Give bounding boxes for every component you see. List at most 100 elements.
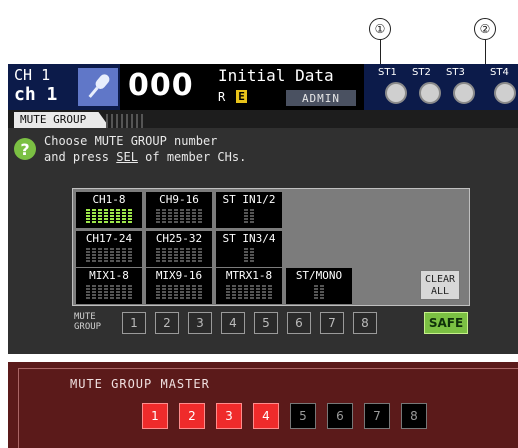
sel-key: SEL bbox=[116, 150, 138, 164]
mute-group-button-8[interactable]: 8 bbox=[353, 312, 377, 334]
channel-group-8[interactable]: MTRX1-8 bbox=[216, 268, 282, 304]
channel-strip-indicators bbox=[81, 285, 137, 299]
master-mute-button-1[interactable]: 1 bbox=[142, 403, 168, 429]
mute-group-label-line1: MUTE bbox=[74, 312, 96, 322]
st2-label: ST2 bbox=[412, 67, 431, 78]
channel-indicator bbox=[128, 285, 132, 299]
channel-indicator bbox=[186, 248, 190, 262]
clear-all-line1: CLEAR bbox=[424, 274, 456, 285]
master-mute-button-4[interactable]: 4 bbox=[253, 403, 279, 429]
mute-group-button-3[interactable]: 3 bbox=[188, 312, 212, 334]
channel-indicator bbox=[192, 209, 196, 223]
clear-all-button[interactable]: CLEAR ALL bbox=[420, 270, 460, 300]
channel-indicator bbox=[174, 248, 178, 262]
mute-group-button-5[interactable]: 5 bbox=[254, 312, 278, 334]
channel-indicator bbox=[314, 285, 318, 299]
channel-indicator bbox=[98, 248, 102, 262]
channel-indicator bbox=[104, 248, 108, 262]
channel-indicator bbox=[198, 285, 202, 299]
mute-group-button-1[interactable]: 1 bbox=[122, 312, 146, 334]
channel-group-label: CH17-24 bbox=[85, 232, 133, 245]
user-level-badge[interactable]: ADMIN bbox=[286, 90, 356, 106]
safe-button[interactable]: SAFE bbox=[424, 312, 468, 334]
master-mute-button-6[interactable]: 6 bbox=[327, 403, 353, 429]
channel-strip-indicators bbox=[221, 209, 277, 223]
channel-strip-indicators bbox=[291, 285, 347, 299]
channel-indicator bbox=[250, 248, 254, 262]
channel-group-5[interactable]: ST IN3/4 bbox=[216, 231, 282, 267]
st2-knob[interactable] bbox=[419, 82, 441, 104]
tab-mute-group[interactable]: MUTE GROUP bbox=[14, 112, 110, 128]
microphone-icon bbox=[78, 68, 118, 106]
channel-indicator bbox=[168, 285, 172, 299]
channel-indicator bbox=[250, 285, 254, 299]
channel-indicator bbox=[192, 248, 196, 262]
st3-knob[interactable] bbox=[453, 82, 475, 104]
channel-group-label: CH1-8 bbox=[92, 193, 126, 206]
channel-indicator bbox=[320, 285, 324, 299]
master-mute-button-3[interactable]: 3 bbox=[216, 403, 242, 429]
channel-indicator bbox=[168, 248, 172, 262]
st4-label: ST4 bbox=[490, 67, 509, 78]
mute-group-button-4[interactable]: 4 bbox=[221, 312, 245, 334]
channel-indicator bbox=[186, 285, 190, 299]
master-mute-button-5[interactable]: 5 bbox=[290, 403, 316, 429]
tab-inactive[interactable] bbox=[106, 114, 146, 128]
channel-indicator bbox=[92, 248, 96, 262]
channel-indicator bbox=[104, 285, 108, 299]
st1-knob[interactable] bbox=[385, 82, 407, 104]
channel-group-2[interactable]: ST IN1/2 bbox=[216, 192, 282, 228]
channel-group-3[interactable]: CH17-24 bbox=[76, 231, 142, 267]
channel-group-7[interactable]: MIX9-16 bbox=[146, 268, 212, 304]
mute-group-button-6[interactable]: 6 bbox=[287, 312, 311, 334]
channel-indicator bbox=[92, 285, 96, 299]
channel-strip-indicators bbox=[221, 285, 277, 299]
channel-strip-indicators bbox=[151, 285, 207, 299]
channel-indicator bbox=[110, 248, 114, 262]
channel-indicator bbox=[162, 285, 166, 299]
st4-knob[interactable] bbox=[494, 82, 516, 104]
channel-indicator bbox=[86, 285, 90, 299]
channel-indicator bbox=[156, 209, 160, 223]
channel-group-label: MIX1-8 bbox=[89, 269, 129, 282]
channel-indicator bbox=[98, 209, 102, 223]
channel-indicator bbox=[186, 209, 190, 223]
instruction-line-1: Choose MUTE GROUP number bbox=[44, 134, 218, 148]
channel-indicator bbox=[162, 209, 166, 223]
channel-indicator bbox=[116, 285, 120, 299]
channel-group-label: MTRX1-8 bbox=[225, 269, 273, 282]
channel-group-label: ST IN1/2 bbox=[222, 193, 276, 206]
channel-indicator bbox=[180, 209, 184, 223]
callout-2: ② bbox=[474, 18, 496, 40]
channel-group-9[interactable]: ST/MONO bbox=[286, 268, 352, 304]
channel-indicator bbox=[226, 285, 230, 299]
channel-group-6[interactable]: MIX1-8 bbox=[76, 268, 142, 304]
master-mute-button-2[interactable]: 2 bbox=[179, 403, 205, 429]
channel-group-label: ST IN3/4 bbox=[222, 232, 276, 245]
mute-group-button-2[interactable]: 2 bbox=[155, 312, 179, 334]
channel-indicator bbox=[174, 209, 178, 223]
scene-number: 000 bbox=[128, 68, 194, 103]
channel-group-0[interactable]: CH1-8 bbox=[76, 192, 142, 228]
help-icon: ? bbox=[14, 138, 36, 160]
channel-group-label: CH25-32 bbox=[155, 232, 203, 245]
channel-number: CH 1 bbox=[14, 66, 51, 84]
master-mute-button-7[interactable]: 7 bbox=[364, 403, 390, 429]
channel-group-label: MIX9-16 bbox=[155, 269, 203, 282]
channel-indicator bbox=[86, 248, 90, 262]
mute-group-master-title: MUTE GROUP MASTER bbox=[70, 377, 210, 391]
channel-strip-indicators bbox=[81, 209, 137, 223]
channel-indicator bbox=[86, 209, 90, 223]
scene-read-only-flag: R bbox=[218, 90, 226, 104]
instruction-text: of member CHs. bbox=[137, 150, 247, 164]
channel-indicator bbox=[168, 209, 172, 223]
mute-group-button-7[interactable]: 7 bbox=[320, 312, 344, 334]
master-mute-button-8[interactable]: 8 bbox=[401, 403, 427, 429]
mute-group-label: MUTE GROUP bbox=[74, 312, 101, 332]
channel-group-4[interactable]: CH25-32 bbox=[146, 231, 212, 267]
channel-indicator bbox=[268, 285, 272, 299]
channel-group-1[interactable]: CH9-16 bbox=[146, 192, 212, 228]
callout-1: ① bbox=[369, 18, 391, 40]
channel-indicator bbox=[256, 285, 260, 299]
channel-indicator bbox=[244, 285, 248, 299]
